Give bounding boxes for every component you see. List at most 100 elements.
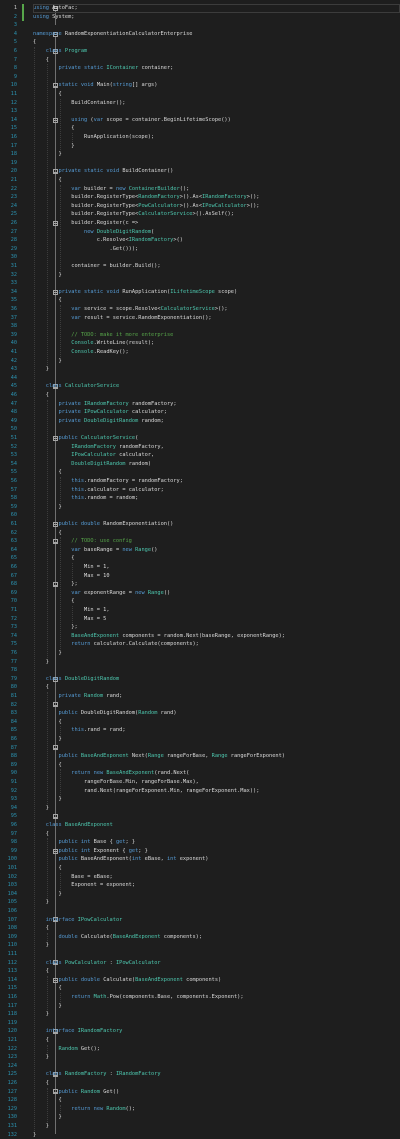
code-line[interactable]: { <box>33 391 49 400</box>
code-line[interactable]: this.calculator = calculator; <box>33 486 164 495</box>
code-line[interactable]: public int Exponent { get; } <box>33 847 148 856</box>
code-token: } <box>33 1131 37 1138</box>
code-line[interactable]: static void Main(string[] args) <box>33 81 158 90</box>
code-line[interactable]: } <box>33 804 49 813</box>
code-line[interactable]: Base = eBase; <box>33 873 112 882</box>
code-line[interactable]: namespace RandomExponentiationCalculator… <box>33 30 192 39</box>
code-line[interactable]: using (var scope = container.BeginLifeti… <box>33 116 230 125</box>
code-line[interactable]: { <box>33 56 49 65</box>
code-line[interactable]: new DoubleDigitRandom( <box>33 228 154 237</box>
code-line[interactable]: } <box>33 365 49 374</box>
code-line[interactable]: double Calculate(BaseAndExponent compone… <box>33 933 203 942</box>
code-line[interactable]: } <box>33 142 74 151</box>
code-line[interactable]: this.randomFactory = randomFactory; <box>33 477 183 486</box>
code-line[interactable]: } <box>33 1053 49 1062</box>
code-line[interactable]: class DoubleDigitRandom <box>33 675 119 684</box>
code-line[interactable]: .Get())); <box>33 245 139 254</box>
code-line[interactable]: builder.Register(c => <box>33 219 138 228</box>
code-line[interactable]: { <box>33 597 74 606</box>
code-line[interactable]: } <box>33 898 49 907</box>
code-line[interactable]: private static IContainer container; <box>33 64 174 73</box>
code-line[interactable]: DoubleDigitRandom random) <box>33 460 151 469</box>
code-line[interactable]: { <box>33 1079 49 1088</box>
code-line[interactable]: rand.Next(rangeForExponent.Min, rangeFor… <box>33 787 259 796</box>
code-line[interactable]: rangeForBase.Min, rangeForBase.Max), <box>33 778 199 787</box>
code-line[interactable]: Console.WriteLine(result); <box>33 339 154 348</box>
code-token: Calculate( <box>77 933 113 940</box>
line-number: 55 <box>10 469 17 476</box>
code-line[interactable]: using System; <box>33 13 74 22</box>
code-line[interactable]: Max = 10 <box>33 572 110 581</box>
code-line[interactable]: interface IRandomFactory <box>33 1027 123 1036</box>
code-line[interactable]: public double Calculate(BaseAndExponent … <box>33 976 222 985</box>
code-line[interactable]: // TODO: make it more enterprise <box>33 331 173 340</box>
code-line[interactable]: builder.RegisterType<CalculatorService>(… <box>33 210 234 219</box>
code-line[interactable]: { <box>33 38 36 47</box>
code-line[interactable]: public DoubleDigitRandom(Random rand) <box>33 709 177 718</box>
code-line[interactable]: { <box>33 1036 49 1045</box>
code-line[interactable]: var exponentRange = new Range() <box>33 589 170 598</box>
code-line[interactable]: return new BaseAndExponent(rand.Next( <box>33 769 189 778</box>
type-token: IRandomFactory <box>71 443 116 450</box>
code-line[interactable]: private DoubleDigitRandom random; <box>33 417 164 426</box>
code-line[interactable]: return Math.Pow(components.Base, compone… <box>33 993 243 1002</box>
code-line[interactable]: Random Get(); <box>33 1045 100 1054</box>
code-line[interactable]: var baseRange = new Range() <box>33 546 157 555</box>
code-line[interactable]: public CalculatorService( <box>33 434 139 443</box>
code-line[interactable]: container = builder.Build(); <box>33 262 160 271</box>
code-line[interactable]: private static void RunApplication(ILife… <box>33 288 238 297</box>
code-token: (); <box>125 1105 136 1112</box>
code-line[interactable]: public double RandomExponentiation() <box>33 520 174 529</box>
code-line[interactable]: RunApplication(scope); <box>33 133 154 142</box>
code-line[interactable]: return new Random(); <box>33 1105 135 1114</box>
code-line[interactable]: public BaseAndExponent Next(Range rangeF… <box>33 752 285 761</box>
code-line[interactable]: // TODO: use config <box>33 537 132 546</box>
code-line[interactable]: private IRandomFactory randomFactory; <box>33 400 177 409</box>
code-line[interactable]: Max = 5 <box>33 615 106 624</box>
line-number: 130 <box>7 1114 17 1121</box>
code-line[interactable]: } <box>33 1122 49 1131</box>
line-number: 112 <box>7 959 17 966</box>
code-line[interactable]: }; <box>33 623 77 632</box>
code-line[interactable]: BaseAndExponent components = random.Next… <box>33 632 285 641</box>
code-line[interactable]: private IPowCalculator calculator; <box>33 408 167 417</box>
code-token: Exponent = exponent; <box>33 882 136 889</box>
code-line[interactable]: private static void BuildContainer() <box>33 167 174 176</box>
line-number: 100 <box>7 856 17 863</box>
code-editor[interactable]: 1 2 3 4 5 6 7 8 9 10 11 12 13 14 15 16 17 18 19 20 21 22 23 24 2… <box>0 0 400 1138</box>
code-line[interactable]: public BaseAndExponent(int eBase, int ex… <box>33 855 209 864</box>
code-line[interactable]: } <box>33 941 49 950</box>
code-line[interactable]: { <box>33 554 74 563</box>
indent-guide <box>46 1087 48 1122</box>
code-line[interactable]: return calculator.Calculate(components); <box>33 640 199 649</box>
code-line[interactable]: IRandomFactory randomFactory, <box>33 443 164 452</box>
code-token: ; } <box>125 839 136 846</box>
code-line[interactable]: class PowCalculator : IPowCalculator <box>33 959 161 968</box>
code-line[interactable]: class CalculatorService <box>33 382 119 391</box>
code-line[interactable]: } <box>33 658 49 667</box>
code-line[interactable]: Min = 1, <box>33 606 110 615</box>
code-line[interactable]: { <box>33 124 74 133</box>
code-line[interactable]: class BaseAndExponent <box>33 821 113 830</box>
code-line[interactable]: var service = scope.Resolve<CalculatorSe… <box>33 305 227 314</box>
code-line[interactable]: IPowCalculator calculator, <box>33 451 154 460</box>
code-line[interactable]: class Program <box>33 47 87 56</box>
code-line[interactable]: { <box>33 924 49 933</box>
code-token: { <box>33 925 49 932</box>
code-line[interactable]: builder.RegisterType<RandomFactory>().As… <box>33 193 259 202</box>
code-line[interactable]: }; <box>33 580 77 589</box>
code-line[interactable]: class RandomFactory : IRandomFactory <box>33 1070 161 1079</box>
code-line[interactable]: { <box>33 967 49 976</box>
code-line[interactable]: var builder = new ContainerBuilder(); <box>33 185 189 194</box>
code-line[interactable]: } <box>33 1010 49 1019</box>
code-line[interactable]: c.Resolve<IRandomFactory>() <box>33 236 183 245</box>
line-number: 108 <box>7 925 17 932</box>
code-line[interactable]: interface IPowCalculator <box>33 916 123 925</box>
code-line[interactable]: Exponent = exponent; <box>33 881 135 890</box>
code-line[interactable]: Min = 1, <box>33 563 110 572</box>
code-line[interactable]: this.random = random; <box>33 494 138 503</box>
code-line[interactable]: public int Base { get; } <box>33 838 136 847</box>
code-line[interactable]: { <box>33 830 49 839</box>
code-line[interactable]: builder.RegisterType<PowCalculator>().As… <box>33 202 259 211</box>
code-line[interactable]: { <box>33 683 49 692</box>
